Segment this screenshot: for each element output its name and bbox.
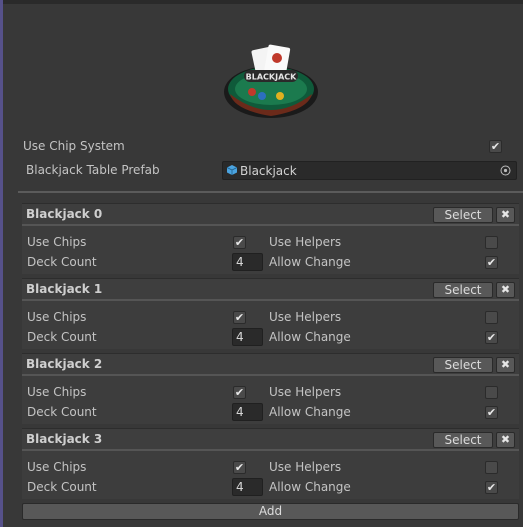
deck-count-input[interactable]: 4 bbox=[232, 328, 263, 346]
use-chip-system-row: Use Chip System bbox=[22, 137, 511, 157]
use-helpers-checkbox[interactable] bbox=[485, 461, 498, 474]
section-divider bbox=[18, 191, 523, 193]
table-panel: Blackjack 2 Select ✖ Use Chips Use Helpe… bbox=[22, 353, 519, 426]
deck-count-label: Deck Count bbox=[27, 405, 97, 419]
allow-change-label: Allow Change bbox=[269, 255, 351, 269]
select-button[interactable]: Select bbox=[433, 207, 493, 223]
table-panel: Blackjack 3 Select ✖ Use Chips Use Helpe… bbox=[22, 428, 519, 501]
deck-count-input[interactable]: 4 bbox=[232, 478, 263, 496]
use-chip-system-label: Use Chip System bbox=[23, 139, 125, 153]
table-panel-header: Blackjack 3 Select ✖ bbox=[22, 428, 519, 451]
table-panel: Blackjack 0 Select ✖ Use Chips Use Helpe… bbox=[22, 203, 519, 276]
table-prefab-label: Blackjack Table Prefab bbox=[26, 163, 160, 177]
table-panel: Blackjack 1 Select ✖ Use Chips Use Helpe… bbox=[22, 278, 519, 351]
allow-change-checkbox[interactable] bbox=[485, 256, 498, 269]
logo-text: BLACKJACK bbox=[246, 73, 297, 82]
table-panel-body: Use Chips Use Helpers Deck Count 4 Allow… bbox=[22, 376, 519, 424]
use-chips-checkbox[interactable] bbox=[233, 236, 246, 249]
table-title: Blackjack 3 bbox=[26, 432, 103, 446]
deck-count-input[interactable]: 4 bbox=[232, 403, 263, 421]
table-panel-body: Use Chips Use Helpers Deck Count 4 Allow… bbox=[22, 451, 519, 499]
table-panel-body: Use Chips Use Helpers Deck Count 4 Allow… bbox=[22, 226, 519, 274]
table-prefab-value: Blackjack bbox=[240, 164, 297, 178]
table-panel-header: Blackjack 0 Select ✖ bbox=[22, 203, 519, 226]
use-helpers-label: Use Helpers bbox=[269, 310, 342, 324]
use-chips-checkbox[interactable] bbox=[233, 461, 246, 474]
select-button[interactable]: Select bbox=[433, 432, 493, 448]
table-title: Blackjack 2 bbox=[26, 357, 103, 371]
use-chips-label: Use Chips bbox=[27, 235, 87, 249]
select-button[interactable]: Select bbox=[433, 282, 493, 298]
use-helpers-label: Use Helpers bbox=[269, 460, 342, 474]
use-chips-label: Use Chips bbox=[27, 385, 87, 399]
allow-change-label: Allow Change bbox=[269, 480, 351, 494]
object-picker-icon[interactable] bbox=[500, 165, 511, 176]
use-chips-label: Use Chips bbox=[27, 310, 87, 324]
allow-change-checkbox[interactable] bbox=[485, 406, 498, 419]
table-panel-header: Blackjack 2 Select ✖ bbox=[22, 353, 519, 376]
table-panel-body: Use Chips Use Helpers Deck Count 4 Allow… bbox=[22, 301, 519, 349]
use-helpers-checkbox[interactable] bbox=[485, 311, 498, 324]
remove-button[interactable]: ✖ bbox=[496, 357, 515, 373]
remove-button[interactable]: ✖ bbox=[496, 432, 515, 448]
use-chips-checkbox[interactable] bbox=[233, 386, 246, 399]
use-chips-checkbox[interactable] bbox=[233, 311, 246, 324]
use-chips-label: Use Chips bbox=[27, 460, 87, 474]
use-helpers-checkbox[interactable] bbox=[485, 386, 498, 399]
deck-count-input[interactable]: 4 bbox=[232, 253, 263, 271]
use-helpers-label: Use Helpers bbox=[269, 385, 342, 399]
use-helpers-checkbox[interactable] bbox=[485, 236, 498, 249]
deck-count-label: Deck Count bbox=[27, 255, 97, 269]
allow-change-label: Allow Change bbox=[269, 330, 351, 344]
remove-button[interactable]: ✖ bbox=[496, 282, 515, 298]
table-prefab-field[interactable]: Blackjack bbox=[222, 161, 517, 180]
table-title: Blackjack 0 bbox=[26, 207, 103, 221]
allow-change-checkbox[interactable] bbox=[485, 481, 498, 494]
allow-change-label: Allow Change bbox=[269, 405, 351, 419]
use-helpers-label: Use Helpers bbox=[269, 235, 342, 249]
header-strip bbox=[3, 0, 523, 4]
add-table-button[interactable]: Add bbox=[22, 503, 519, 520]
allow-change-checkbox[interactable] bbox=[485, 331, 498, 344]
deck-count-label: Deck Count bbox=[27, 330, 97, 344]
blackjack-logo: BLACKJACK bbox=[224, 44, 318, 118]
select-button[interactable]: Select bbox=[433, 357, 493, 373]
deck-count-label: Deck Count bbox=[27, 480, 97, 494]
prefab-cube-icon bbox=[227, 165, 237, 175]
remove-button[interactable]: ✖ bbox=[496, 207, 515, 223]
table-title: Blackjack 1 bbox=[26, 282, 103, 296]
window-edge bbox=[0, 0, 3, 527]
use-chip-system-checkbox[interactable] bbox=[489, 140, 502, 153]
table-panel-header: Blackjack 1 Select ✖ bbox=[22, 278, 519, 301]
